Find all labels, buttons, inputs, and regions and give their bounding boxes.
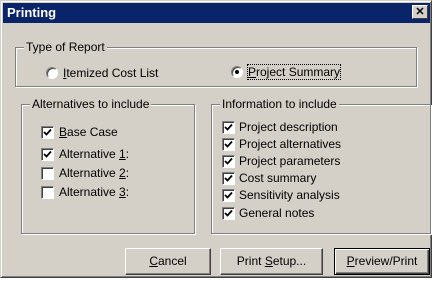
checkbox-project-alternatives-label[interactable]: Project alternatives bbox=[239, 137, 341, 151]
radio-itemized-cost-list-label[interactable]: Itemized Cost List bbox=[63, 66, 158, 80]
title-bar[interactable]: Printing ✕ bbox=[3, 3, 430, 23]
checkbox-alternative-3[interactable] bbox=[41, 186, 54, 199]
check-icon bbox=[224, 191, 233, 199]
checkbox-project-description-label[interactable]: Project description bbox=[239, 120, 338, 134]
cancel-button[interactable]: Cancel bbox=[125, 248, 211, 275]
checkbox-cost-summary-label[interactable]: Cost summary bbox=[239, 171, 316, 185]
check-icon bbox=[43, 128, 52, 136]
checkbox-alternative-2-label[interactable]: Alternative 2: bbox=[59, 166, 129, 180]
radio-project-summary[interactable] bbox=[231, 66, 243, 78]
preview-print-button[interactable]: Preview/Print bbox=[334, 248, 430, 275]
checkbox-base-case[interactable] bbox=[41, 126, 54, 139]
checkbox-general-notes[interactable] bbox=[222, 207, 235, 220]
checkbox-alternative-2[interactable] bbox=[41, 167, 54, 180]
check-icon bbox=[224, 174, 233, 182]
checkbox-alternative-1[interactable] bbox=[41, 148, 54, 161]
report-type-legend: Type of Report bbox=[24, 40, 107, 54]
check-icon bbox=[224, 140, 233, 148]
checkbox-sensitivity-analysis-label[interactable]: Sensitivity analysis bbox=[239, 188, 340, 202]
radio-itemized-cost-list[interactable] bbox=[46, 67, 58, 79]
checkbox-cost-summary[interactable] bbox=[222, 172, 235, 185]
check-icon bbox=[43, 150, 52, 158]
radio-selected-dot bbox=[235, 70, 239, 74]
checkbox-project-description[interactable] bbox=[222, 121, 235, 134]
checkbox-project-parameters[interactable] bbox=[222, 155, 235, 168]
checkbox-project-parameters-label[interactable]: Project parameters bbox=[239, 154, 340, 168]
checkbox-project-alternatives[interactable] bbox=[222, 138, 235, 151]
checkbox-alternative-1-label[interactable]: Alternative 1: bbox=[59, 147, 129, 161]
alternatives-legend: Alternatives to include bbox=[30, 97, 152, 111]
check-icon bbox=[224, 209, 233, 217]
printing-dialog: Printing ✕ Type of Report Itemized Cost … bbox=[0, 0, 432, 278]
checkbox-alternative-3-label[interactable]: Alternative 3: bbox=[59, 185, 129, 199]
check-icon bbox=[224, 157, 233, 165]
checkbox-sensitivity-analysis[interactable] bbox=[222, 189, 235, 202]
close-icon[interactable]: ✕ bbox=[412, 5, 428, 19]
check-icon bbox=[224, 123, 233, 131]
information-legend: Information to include bbox=[220, 97, 339, 111]
dialog-title: Printing bbox=[7, 5, 57, 20]
checkbox-general-notes-label[interactable]: General notes bbox=[239, 206, 314, 220]
checkbox-base-case-label[interactable]: Base Case bbox=[59, 125, 118, 139]
print-setup-button[interactable]: Print Setup... bbox=[220, 248, 323, 275]
radio-project-summary-label[interactable]: Project Summary bbox=[246, 64, 342, 80]
